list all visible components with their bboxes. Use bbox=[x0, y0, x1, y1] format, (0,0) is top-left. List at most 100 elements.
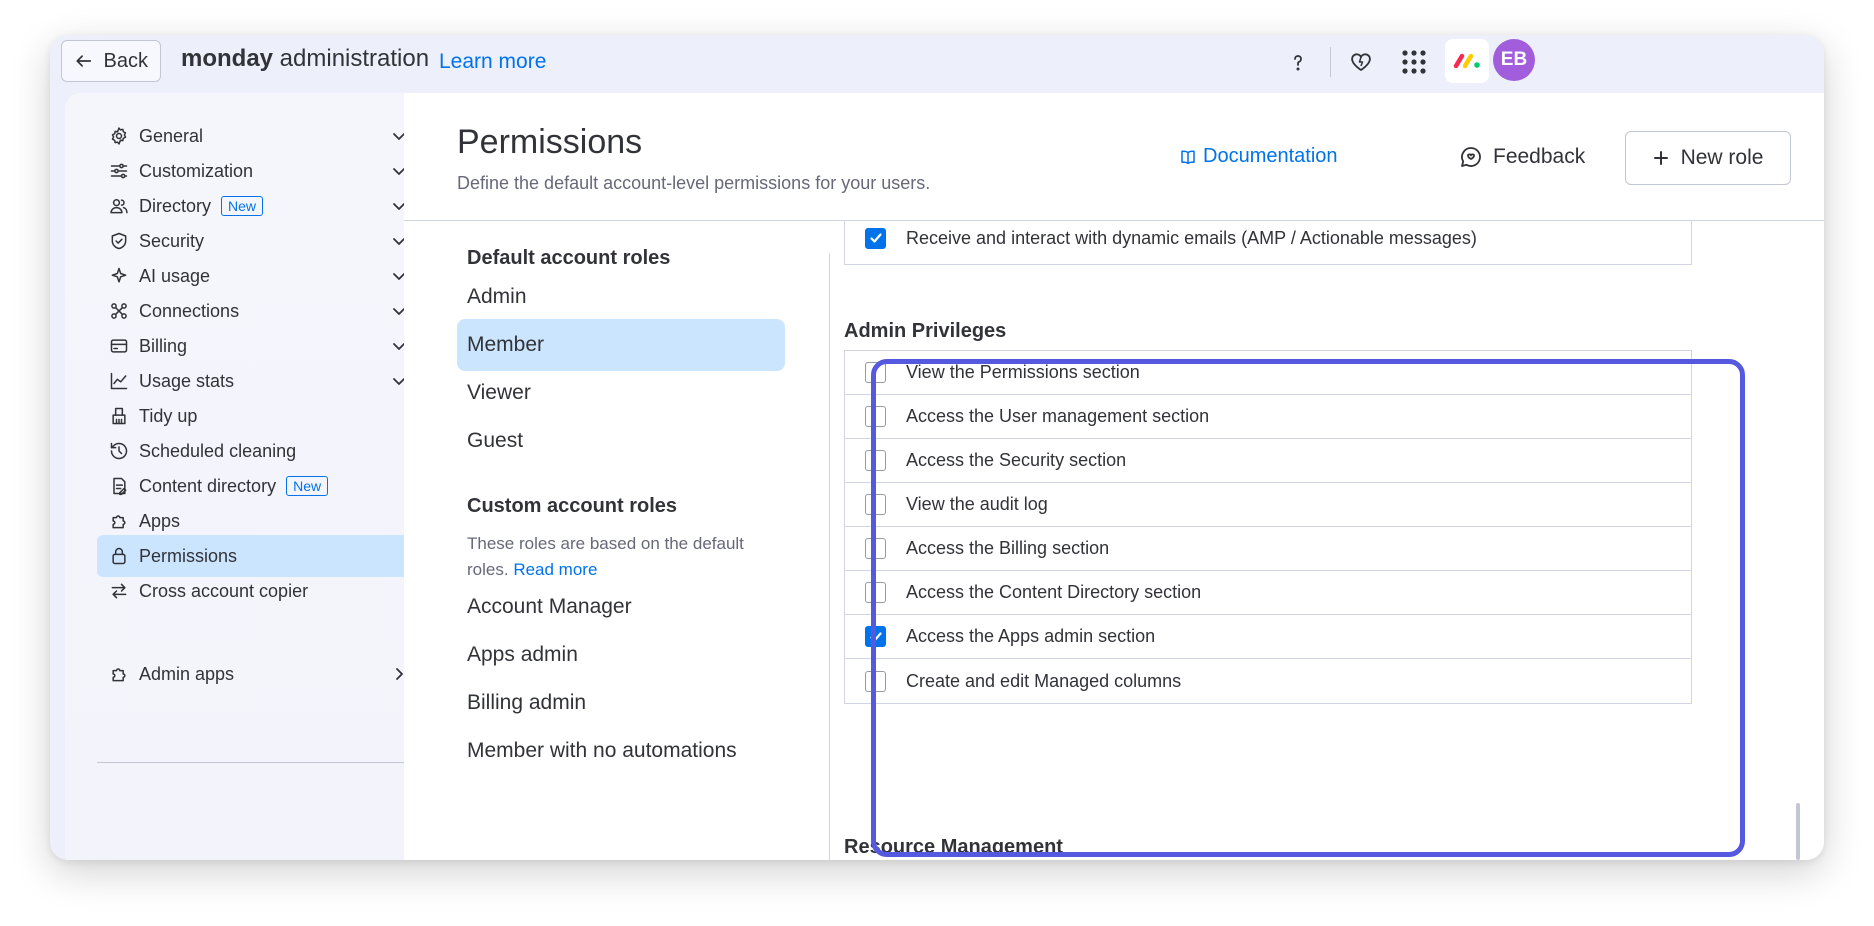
brand-title: monday administration bbox=[181, 45, 430, 72]
sidebar-item-label: Usage stats bbox=[139, 370, 235, 391]
permission-label: Access the User management section bbox=[906, 406, 1210, 426]
permission-label: Access the Security section bbox=[906, 450, 1127, 470]
permission-row: View the audit log bbox=[845, 483, 1691, 527]
sidebar-item-label: Tidy up bbox=[139, 405, 198, 426]
role-viewer[interactable]: Viewer bbox=[457, 367, 785, 419]
swap-icon bbox=[107, 579, 131, 603]
permission-row: Access the Content Directory section bbox=[845, 571, 1691, 615]
gear-icon bbox=[107, 124, 131, 148]
default-roles-heading: Default account roles bbox=[467, 247, 671, 269]
checkbox-access-the-apps-admin-section[interactable] bbox=[865, 626, 886, 647]
feedback-button[interactable]: Feedback bbox=[1459, 145, 1585, 169]
chat-icon bbox=[1461, 147, 1481, 167]
checkbox-access-the-security-section[interactable] bbox=[865, 450, 886, 471]
top-permission-box: Receive and interact with dynamic emails… bbox=[844, 221, 1692, 265]
top-bar: Back monday administration Learn more EB bbox=[50, 35, 1824, 93]
back-label: Back bbox=[103, 49, 148, 72]
new-role-button[interactable]: New role bbox=[1625, 131, 1791, 185]
role-member[interactable]: Member bbox=[457, 319, 785, 371]
resource-management-title: Resource Management bbox=[844, 836, 1063, 858]
sidebar-item-label: Directory bbox=[139, 195, 212, 216]
sidebar-item-label: Billing bbox=[139, 335, 188, 356]
checkbox-access-the-content-directory-section[interactable] bbox=[865, 582, 886, 603]
permission-row: Access the User management section bbox=[845, 395, 1691, 439]
permission-row: Create and edit Managed columns bbox=[845, 659, 1691, 703]
plus-icon bbox=[1653, 151, 1668, 165]
new-badge: New bbox=[286, 476, 329, 496]
sidebar-item-label: AI usage bbox=[139, 265, 211, 286]
read-more-link[interactable]: Read more bbox=[513, 560, 597, 579]
checkbox-dynamic-emails[interactable] bbox=[865, 227, 886, 249]
monday-logo[interactable] bbox=[1445, 39, 1489, 83]
avatar[interactable]: EB bbox=[1493, 39, 1535, 81]
role-admin[interactable]: Admin bbox=[457, 271, 785, 323]
permissions-panel: Receive and interact with dynamic emails… bbox=[830, 221, 1824, 860]
permission-label: Receive and interact with dynamic emails… bbox=[906, 227, 1477, 248]
history-icon bbox=[107, 439, 131, 463]
checkbox-access-the-user-management-section[interactable] bbox=[865, 406, 886, 427]
sidebar-item-label: Apps bbox=[139, 510, 181, 531]
apps-grid-icon[interactable] bbox=[1399, 47, 1429, 77]
permission-row: View the Permissions section bbox=[845, 351, 1691, 395]
connections-icon bbox=[107, 299, 131, 323]
puzzle-icon bbox=[107, 509, 131, 533]
role-billing-admin[interactable]: Billing admin bbox=[457, 677, 785, 729]
permission-label: Access the Apps admin section bbox=[906, 626, 1156, 646]
document-icon bbox=[107, 474, 131, 498]
broom-icon bbox=[107, 404, 131, 428]
back-button[interactable]: Back bbox=[61, 40, 161, 82]
permission-label: View the Permissions section bbox=[906, 362, 1140, 382]
sidebar-item-label: Content directory bbox=[139, 475, 277, 496]
top-divider bbox=[1330, 47, 1331, 77]
permission-label: View the audit log bbox=[906, 494, 1048, 514]
permission-label: Create and edit Managed columns bbox=[906, 670, 1182, 691]
role-account-manager[interactable]: Account Manager bbox=[457, 581, 785, 633]
permission-row: Receive and interact with dynamic emails… bbox=[845, 221, 1691, 264]
sparkle-icon bbox=[107, 264, 131, 288]
role-guest[interactable]: Guest bbox=[457, 415, 785, 467]
sidebar-item-label: Customization bbox=[139, 160, 254, 181]
checkbox-access-the-billing-section[interactable] bbox=[865, 538, 886, 559]
roles-column: Default account roles Admin Member Viewer G… bbox=[404, 221, 829, 860]
chart-icon bbox=[107, 369, 131, 393]
scrollbar[interactable] bbox=[1796, 803, 1800, 860]
checkbox-view-the-audit-log[interactable] bbox=[865, 494, 886, 515]
sliders-icon bbox=[107, 159, 131, 183]
lock-icon bbox=[107, 544, 131, 568]
documentation-link[interactable]: Documentation bbox=[1179, 145, 1338, 168]
permission-label: Access the Billing section bbox=[906, 538, 1110, 558]
sidebar-item-admin-apps[interactable]: Admin apps bbox=[97, 653, 423, 695]
role-apps-admin[interactable]: Apps admin bbox=[457, 629, 785, 681]
help-icon[interactable] bbox=[1283, 47, 1313, 77]
puzzle-icon bbox=[107, 662, 131, 686]
heart-icon[interactable] bbox=[1346, 47, 1376, 77]
shield-icon bbox=[107, 229, 131, 253]
checkbox-create-and-edit-managed-columns[interactable] bbox=[865, 670, 886, 692]
custom-roles-description: These roles are based on the default rol… bbox=[467, 534, 744, 579]
sidebar: General Customization Directory New Security… bbox=[65, 93, 423, 860]
permission-row: Access the Billing section bbox=[845, 527, 1691, 571]
sidebar-item-label: Connections bbox=[139, 300, 240, 321]
role-member-with-no-automations[interactable]: Member with no automations bbox=[457, 725, 785, 777]
permission-row: Access the Apps admin section bbox=[845, 615, 1691, 659]
users-icon bbox=[107, 194, 131, 218]
learn-more-link[interactable]: Learn more bbox=[439, 50, 546, 74]
sidebar-item-label: Scheduled cleaning bbox=[139, 440, 297, 461]
sidebar-item-cross-account-copier[interactable]: Cross account copier bbox=[97, 570, 423, 612]
arrow-left-icon bbox=[76, 55, 92, 67]
sidebar-item-label: Admin apps bbox=[139, 663, 235, 684]
new-badge: New bbox=[221, 196, 264, 216]
credit-card-icon bbox=[107, 334, 131, 358]
admin-window: Back monday administration Learn more EB… bbox=[50, 35, 1824, 860]
admin-privileges-list: View the Permissions section Access the U… bbox=[844, 350, 1692, 704]
sidebar-item-label: Cross account copier bbox=[139, 580, 309, 601]
main-content: Permissions Define the default account-l… bbox=[404, 93, 1824, 860]
sidebar-item-label: General bbox=[139, 125, 204, 146]
checkbox-view-the-permissions-section[interactable] bbox=[865, 362, 886, 383]
sidebar-item-label: Permissions bbox=[139, 545, 238, 566]
check-icon bbox=[869, 233, 882, 243]
permission-label: Access the Content Directory section bbox=[906, 582, 1202, 602]
check-icon bbox=[869, 631, 882, 642]
permission-row: Access the Security section bbox=[845, 439, 1691, 483]
sidebar-item-label: Security bbox=[139, 230, 205, 251]
